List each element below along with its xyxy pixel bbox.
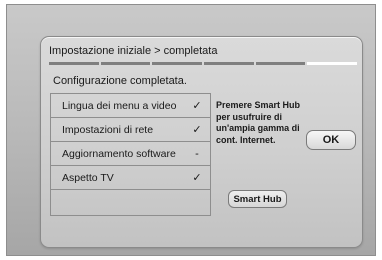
progress-step bbox=[49, 62, 99, 65]
list-item-software-update: Aggiornamento software - bbox=[51, 142, 210, 166]
list-item-tv-aspect: Aspetto TV ✓ bbox=[51, 166, 210, 190]
dash-icon: - bbox=[195, 147, 199, 160]
smart-hub-button[interactable]: Smart Hub bbox=[228, 190, 287, 208]
list-item-network-settings: Impostazioni di rete ✓ bbox=[51, 118, 210, 142]
setup-complete-dialog: Impostazione iniziale > completata Confi… bbox=[40, 36, 363, 248]
setup-summary-list: Lingua dei menu a video ✓ Impostazioni d… bbox=[50, 93, 211, 216]
list-item-label: Impostazioni di rete bbox=[62, 123, 154, 136]
check-icon: ✓ bbox=[192, 100, 202, 112]
progress-step bbox=[204, 62, 254, 65]
smart-hub-info-text: Premere Smart Hub per usufruire di un'am… bbox=[216, 100, 301, 145]
list-item-menu-language: Lingua dei menu a video ✓ bbox=[51, 94, 210, 118]
dialog-title: Impostazione iniziale > completata bbox=[49, 45, 218, 57]
completion-message: Configurazione completata. bbox=[53, 75, 187, 87]
progress-step bbox=[255, 62, 306, 65]
list-item-empty bbox=[51, 190, 210, 215]
progress-step bbox=[100, 62, 151, 65]
progress-step bbox=[152, 62, 203, 65]
list-item-label: Lingua dei menu a video bbox=[62, 99, 177, 112]
setup-progress-bar bbox=[49, 62, 358, 65]
tv-screen: Impostazione iniziale > completata Confi… bbox=[6, 4, 376, 256]
check-icon: ✓ bbox=[192, 172, 202, 184]
check-icon: ✓ bbox=[192, 124, 202, 136]
progress-step-current bbox=[307, 62, 358, 65]
list-item-label: Aspetto TV bbox=[62, 171, 114, 184]
ok-button[interactable]: OK bbox=[306, 130, 356, 150]
list-item-label: Aggiornamento software bbox=[62, 147, 176, 160]
